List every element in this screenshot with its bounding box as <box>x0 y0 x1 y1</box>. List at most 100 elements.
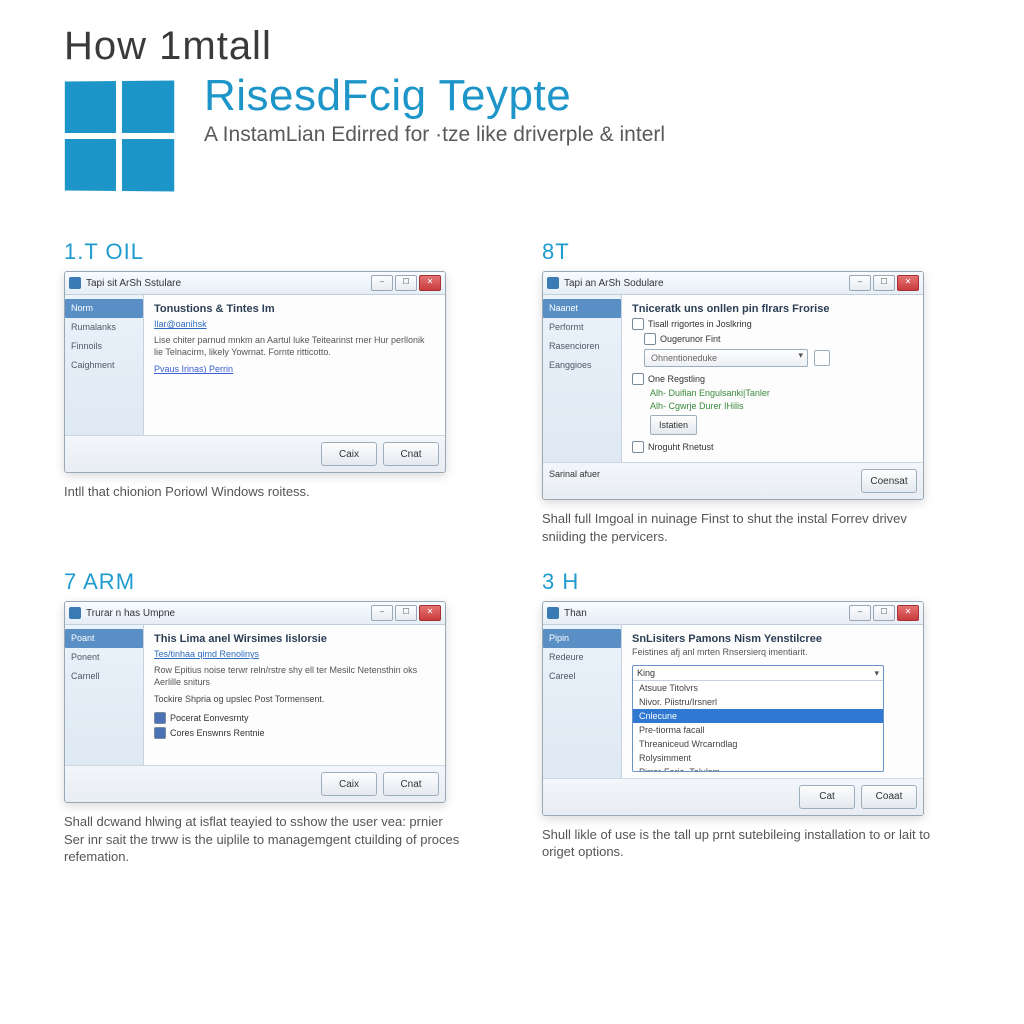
combobox-option[interactable]: Pirrer-Ferie. Telulsm <box>633 765 883 771</box>
step-3-label: 7 ARM <box>64 569 482 595</box>
product-title: RisesdFcig Teypte <box>204 71 960 121</box>
dialog-4-text: Feistines afj anl mrten Rnsersierq iment… <box>632 647 913 659</box>
dialog-1-sublink[interactable]: Ilar@oanihsk <box>154 319 207 329</box>
cancel-button[interactable]: Caix <box>321 442 377 466</box>
checkbox[interactable] <box>632 318 644 330</box>
checkbox-label: Pocerat Eonvesrnty <box>170 713 249 723</box>
combobox-option[interactable]: Nivor. Piistru/Irsnerl <box>633 695 883 709</box>
app-icon <box>547 277 559 289</box>
dialog-2: Tapi an ArSh Sodulare – ☐ ✕ Naanet Perfo… <box>542 271 924 500</box>
maximize-button[interactable]: ☐ <box>873 605 895 621</box>
step-3-caption: Shall dcwand hlwing at isflat teayied to… <box>64 813 464 866</box>
combobox-open[interactable]: King Atsuue Titolvrs Nivor. Piistru/Irsn… <box>632 665 884 772</box>
checkbox[interactable] <box>632 373 644 385</box>
checkbox[interactable] <box>644 333 656 345</box>
select-input[interactable]: Ohnentioneduke <box>644 349 808 367</box>
checkbox-label: One Regstling <box>648 374 705 384</box>
dialog-3-sublink[interactable]: Tes/tinhaa qimd Renolinys <box>154 649 259 659</box>
combobox-option[interactable]: Threaniceud Wrcarndlag <box>633 737 883 751</box>
ok-button[interactable]: Coensat <box>861 469 917 493</box>
sidebar-item[interactable]: Performt <box>543 318 621 337</box>
dialog-2-heading: Tniceratk uns onllen pin flrars Frorise <box>632 303 913 315</box>
maximize-button[interactable]: ☐ <box>395 605 417 621</box>
step-4-label: 3 H <box>542 569 960 595</box>
sidebar-item[interactable]: Redeure <box>543 648 621 667</box>
checkbox[interactable] <box>632 441 644 453</box>
sidebar-item[interactable]: Rumalanks <box>65 318 143 337</box>
sidebar-item[interactable]: Ponent <box>65 648 143 667</box>
dialog-3-title: Trurar n has Umpne <box>86 608 371 619</box>
sidebar-item[interactable]: Eanggioes <box>543 356 621 375</box>
dialog-3: Trurar n has Umpne – ☐ ✕ Poant Ponent Ca… <box>64 601 446 803</box>
dialog-4-title: Than <box>564 608 849 619</box>
sidebar-item[interactable]: Naanet <box>543 299 621 318</box>
sidebar-item[interactable]: Rasencioren <box>543 337 621 356</box>
step-1-caption: Intll that chionion Poriowl Windows roit… <box>64 483 464 501</box>
step-1-label: 1.T OIL <box>64 239 482 265</box>
checkbox[interactable] <box>154 712 166 724</box>
status-text: Alh- Cgwrje Durer IHilis <box>650 401 744 411</box>
step-2-caption: Shall full Imgoal in nuinage Finst to sh… <box>542 510 942 545</box>
step-2: 8T Tapi an ArSh Sodulare – ☐ ✕ Naanet Pe… <box>542 239 960 545</box>
close-button[interactable]: ✕ <box>897 605 919 621</box>
cancel-button[interactable]: Coaat <box>861 785 917 809</box>
checkbox-label: Ougerunor Fint <box>660 334 721 344</box>
dialog-3-heading: This Lima anel Wirsimes Iislorsie <box>154 633 435 645</box>
page-title-small: How 1mtall <box>64 24 960 69</box>
minimize-button[interactable]: – <box>371 275 393 291</box>
dialog-4-heading: SnLisiters Pamons Nism Yenstilcree <box>632 633 913 645</box>
sidebar-item[interactable]: Careel <box>543 667 621 686</box>
app-icon <box>547 607 559 619</box>
step-1: 1.T OIL Tapi sit ArSh Sstulare – ☐ ✕ Nor… <box>64 239 482 545</box>
dialog-4: Than – ☐ ✕ Pipin Redeure Careel SnLisite… <box>542 601 924 816</box>
dialog-1-text: Lise chiter parnud mnkm an Aartul luke T… <box>154 335 435 358</box>
checkbox-label: Nroguht Rnetust <box>648 442 714 452</box>
dialog-1-title: Tapi sit ArSh Sstulare <box>86 278 371 289</box>
ok-button[interactable]: Cnat <box>383 442 439 466</box>
dialog-1-heading: Tonustions & Tintes Im <box>154 303 435 315</box>
maximize-button[interactable]: ☐ <box>873 275 895 291</box>
sidebar-item[interactable]: Finnoils <box>65 337 143 356</box>
dialog-2-title: Tapi an ArSh Sodulare <box>564 278 849 289</box>
combobox-option-highlighted[interactable]: Cnlecune <box>633 709 883 723</box>
combobox-selected[interactable]: King <box>633 666 883 681</box>
close-button[interactable]: ✕ <box>419 275 441 291</box>
status-text: Alh- Duifian Engulsanki|Tanler <box>650 388 770 398</box>
close-button[interactable]: ✕ <box>419 605 441 621</box>
dialog-3-line: Tockire Shpria og upslec Post Tormensent… <box>154 694 435 706</box>
footer-link[interactable]: Sarinal afuer <box>549 469 600 493</box>
step-4-caption: Shull likle of use is the tall up prnt s… <box>542 826 942 861</box>
combobox-list: Atsuue Titolvrs Nivor. Piistru/Irsnerl C… <box>633 681 883 771</box>
maximize-button[interactable]: ☐ <box>395 275 417 291</box>
minimize-button[interactable]: – <box>849 605 871 621</box>
close-button[interactable]: ✕ <box>897 275 919 291</box>
sidebar-item[interactable]: Caighment <box>65 356 143 375</box>
step-2-label: 8T <box>542 239 960 265</box>
combobox-option[interactable]: Pre-tiorma facall <box>633 723 883 737</box>
step-3: 7 ARM Trurar n has Umpne – ☐ ✕ Poant Pon… <box>64 569 482 866</box>
windows-logo-icon <box>65 80 174 191</box>
checkbox-label: Cores Enswnrs Rentnie <box>170 728 265 738</box>
app-icon <box>69 607 81 619</box>
minimize-button[interactable]: – <box>849 275 871 291</box>
tagline: A InstamLian Edirred for ·tze like drive… <box>204 123 960 147</box>
ok-button[interactable]: Cat <box>799 785 855 809</box>
combobox-option[interactable]: Rolysimment <box>633 751 883 765</box>
ok-button[interactable]: Cnat <box>383 772 439 796</box>
sidebar-item[interactable]: Norm <box>65 299 143 318</box>
combobox-option[interactable]: Atsuue Titolvrs <box>633 681 883 695</box>
step-4: 3 H Than – ☐ ✕ Pipin Redeure Careel <box>542 569 960 866</box>
dialog-1-link[interactable]: Pvaus Irinas) Perrin <box>154 364 233 374</box>
sidebar-item[interactable]: Carnell <box>65 667 143 686</box>
checkbox[interactable] <box>154 727 166 739</box>
browse-button[interactable] <box>814 350 830 366</box>
action-button[interactable]: Istatien <box>650 415 697 435</box>
minimize-button[interactable]: – <box>371 605 393 621</box>
dialog-1: Tapi sit ArSh Sstulare – ☐ ✕ Norm Rumala… <box>64 271 446 473</box>
app-icon <box>69 277 81 289</box>
checkbox-label: Tisall rrigortes in Joslkring <box>648 319 752 329</box>
sidebar-item[interactable]: Poant <box>65 629 143 648</box>
cancel-button[interactable]: Caix <box>321 772 377 796</box>
dialog-3-text: Row Epitius noise terwr reln/rstre shy e… <box>154 665 435 688</box>
sidebar-item[interactable]: Pipin <box>543 629 621 648</box>
